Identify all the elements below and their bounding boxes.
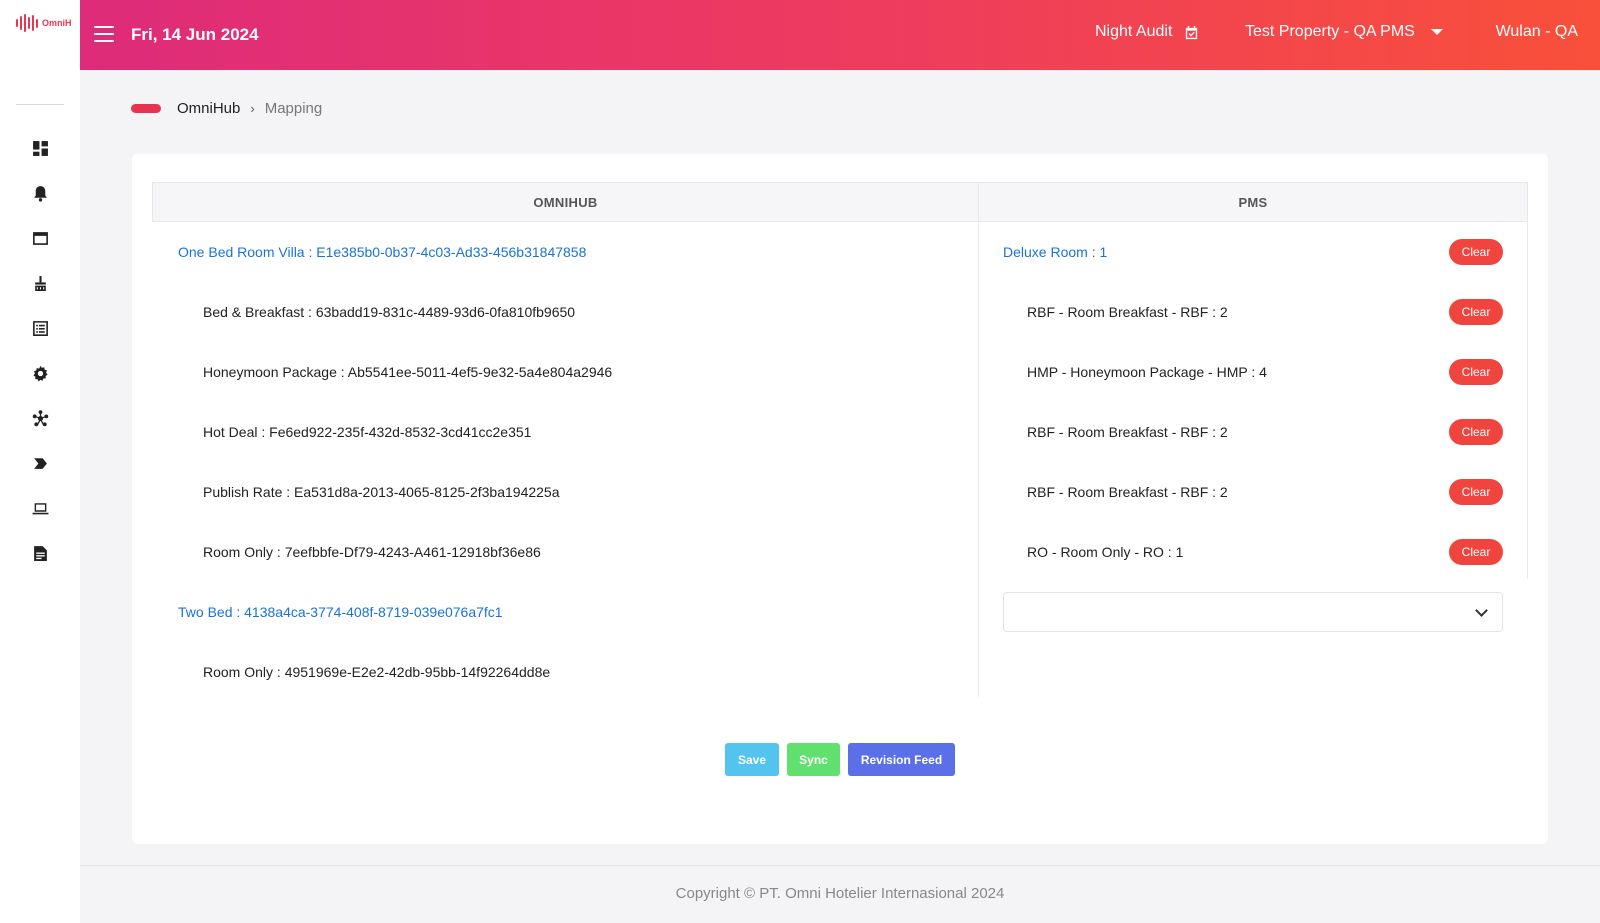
pms-mapping-row: RBF - Room Breakfast - RBF : 2 Clear — [1003, 462, 1503, 522]
pms-mapping-row: HMP - Honeymoon Package - HMP : 4 Clear — [1003, 342, 1503, 402]
clear-button[interactable]: Clear — [1449, 539, 1503, 565]
current-date: Fri, 14 Jun 2024 — [131, 25, 259, 44]
pms-mapping-row: RO - Room Only - RO : 1 Clear — [1003, 522, 1503, 582]
omnihub-rate-row: Bed & Breakfast : 63badd19-831c-4489-93d… — [203, 304, 576, 320]
sidebar: OmniH — [0, 0, 80, 923]
sidebar-item-devices[interactable] — [0, 486, 80, 531]
omnihub-rate-row: Room Only : 4951969e-E2e2-42db-95bb-14f9… — [203, 664, 551, 680]
omnihub-rate-row: Hot Deal : Fe6ed922-235f-432d-8532-3cd41… — [203, 424, 532, 440]
sidebar-item-reports[interactable] — [0, 531, 80, 576]
breadcrumb-current: Mapping — [264, 100, 323, 117]
gear-icon — [32, 365, 48, 382]
network-icon — [32, 410, 48, 427]
sidebar-item-notifications[interactable] — [0, 171, 80, 216]
user-menu[interactable]: Wulan - QA — [1496, 23, 1578, 41]
breadcrumb-separator-icon: › — [250, 101, 255, 116]
calendar-check-icon — [1186, 25, 1198, 39]
sync-button[interactable]: Sync — [787, 743, 840, 776]
sidebar-nav — [0, 126, 80, 576]
footer-copyright: Copyright © PT. Omni Hotelier Internasio… — [675, 885, 1005, 902]
mapping-table-header: OMNIHUB PMS — [152, 182, 1528, 222]
property-label: Test Property - QA PMS — [1245, 23, 1415, 40]
sidebar-item-tags[interactable] — [0, 441, 80, 486]
clear-button[interactable]: Clear — [1449, 299, 1503, 325]
clear-button[interactable]: Clear — [1449, 479, 1503, 505]
sidebar-item-channels[interactable] — [0, 396, 80, 441]
sidebar-divider — [16, 104, 64, 105]
pms-room-select[interactable] — [1003, 592, 1503, 632]
clear-button[interactable]: Clear — [1449, 419, 1503, 445]
top-bar: Fri, 14 Jun 2024 Night Audit Test Proper… — [80, 0, 1600, 70]
pms-mapping-row: Deluxe Room : 1 Clear — [1003, 222, 1503, 282]
sidebar-item-dashboard[interactable] — [0, 126, 80, 171]
night-audit-label: Night Audit — [1095, 23, 1173, 40]
omnihub-rate-row: Honeymoon Package : Ab5541ee-5011-4ef5-9… — [203, 364, 613, 380]
dashboard-icon — [32, 141, 48, 156]
list-icon — [32, 321, 48, 336]
caret-down-icon — [1430, 29, 1443, 35]
pms-mapping-row: RBF - Room Breakfast - RBF : 2 Clear — [1003, 402, 1503, 462]
breadcrumb-marker — [131, 104, 161, 113]
sidebar-item-frontdesk[interactable] — [0, 216, 80, 261]
action-bar: Save Sync Revision Feed — [725, 743, 955, 776]
omnihub-room-row[interactable]: Two Bed : 4138a4ca-3774-408f-8719-039e07… — [178, 582, 968, 642]
night-audit-button[interactable]: Night Audit — [1095, 23, 1199, 41]
mapping-card: OMNIHUB PMS One Bed Room Villa : E1e385b… — [132, 154, 1548, 844]
sidebar-item-settings[interactable] — [0, 351, 80, 396]
sidebar-item-housekeeping[interactable] — [0, 261, 80, 306]
omnihub-rate-row: Publish Rate : Ea531d8a-2013-4065-8125-2… — [203, 484, 560, 500]
laptop-icon — [32, 503, 48, 515]
pms-room-label[interactable]: Deluxe Room : 1 — [1003, 244, 1107, 260]
sidebar-item-list[interactable] — [0, 306, 80, 351]
pms-rate-label: RBF - Room Breakfast - RBF : 2 — [1027, 484, 1228, 500]
logo-mark-icon — [16, 14, 38, 32]
save-button[interactable]: Save — [725, 743, 779, 776]
pms-mapping-row: RBF - Room Breakfast - RBF : 2 Clear — [1003, 282, 1503, 342]
column-divider — [978, 222, 979, 697]
breadcrumb: OmniHub › Mapping — [131, 100, 322, 117]
chevron-tag-icon — [33, 458, 47, 469]
revision-feed-button[interactable]: Revision Feed — [848, 743, 955, 776]
housekeeping-icon — [34, 276, 46, 291]
logo-text: OmniH — [42, 18, 72, 28]
clear-button[interactable]: Clear — [1449, 239, 1503, 265]
brand-logo[interactable]: OmniH — [16, 14, 72, 32]
pms-rate-label: RO - Room Only - RO : 1 — [1027, 544, 1184, 560]
bell-icon — [33, 186, 47, 202]
pms-rate-label: HMP - Honeymoon Package - HMP : 4 — [1027, 364, 1267, 380]
breadcrumb-home-link[interactable]: OmniHub — [177, 100, 240, 117]
omnihub-rate-row: Room Only : 7eefbbfe-Df79-4243-A461-1291… — [203, 544, 541, 560]
report-icon — [33, 546, 47, 561]
pms-rate-label: RBF - Room Breakfast - RBF : 2 — [1027, 424, 1228, 440]
chevron-down-icon — [1475, 604, 1488, 617]
column-header-omnihub: OMNIHUB — [153, 183, 979, 221]
footer-divider — [80, 865, 1600, 866]
menu-toggle-icon[interactable] — [94, 26, 114, 42]
clear-button[interactable]: Clear — [1449, 359, 1503, 385]
column-header-pms: PMS — [1238, 194, 1268, 210]
column-divider-right — [1527, 222, 1528, 579]
pms-rate-label: RBF - Room Breakfast - RBF : 2 — [1027, 304, 1228, 320]
omnihub-room-row[interactable]: One Bed Room Villa : E1e385b0-0b37-4c03-… — [178, 222, 968, 282]
omnihub-column: One Bed Room Villa : E1e385b0-0b37-4c03-… — [178, 222, 968, 702]
window-icon — [32, 232, 48, 245]
pms-column: Deluxe Room : 1 Clear RBF - Room Breakfa… — [1003, 222, 1503, 582]
property-selector[interactable]: Test Property - QA PMS — [1245, 23, 1443, 41]
